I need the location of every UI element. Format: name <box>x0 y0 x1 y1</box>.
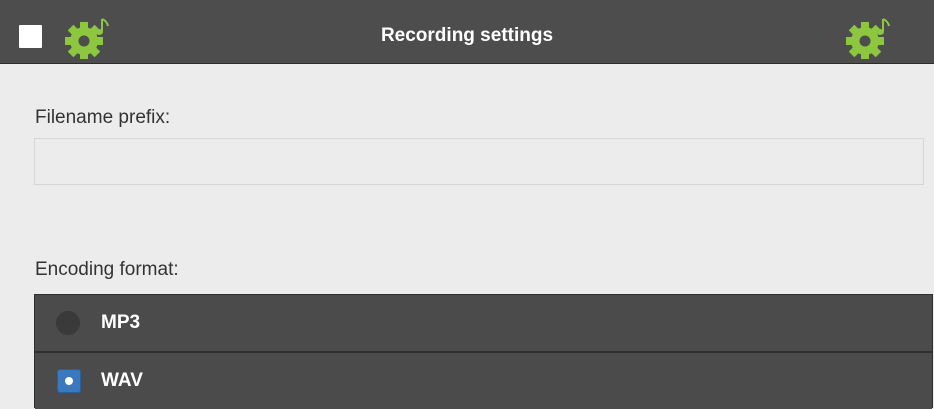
page-title: Recording settings <box>380 25 554 46</box>
filename-prefix-input[interactable] <box>34 138 924 185</box>
encoding-format-radio-group: MP3 WAV <box>34 294 933 409</box>
radio-option-label: MP3 <box>101 312 141 333</box>
encoding-format-label: Encoding format: <box>35 259 179 280</box>
radio-unselected-icon[interactable] <box>56 311 80 335</box>
title-bar: Recording settings <box>0 0 934 64</box>
radio-option-wav[interactable]: WAV <box>35 353 932 409</box>
radio-selected-icon[interactable] <box>57 369 81 393</box>
gear-music-note-icon[interactable] <box>845 15 897 59</box>
radio-option-label: WAV <box>101 370 143 391</box>
radio-option-mp3[interactable]: MP3 <box>35 295 932 351</box>
filename-prefix-label: Filename prefix: <box>35 107 171 128</box>
